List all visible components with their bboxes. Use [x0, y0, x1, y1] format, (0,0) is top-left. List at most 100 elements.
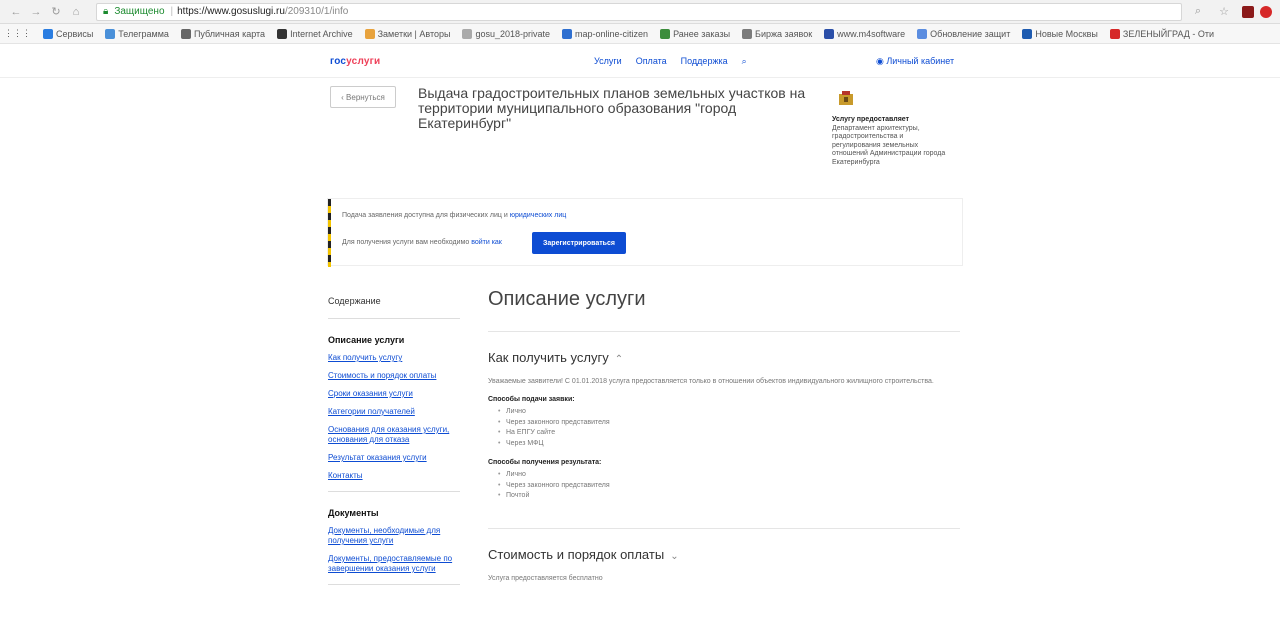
divider — [328, 584, 460, 585]
submit-methods-list: ЛичноЧерез законного представителяНа ЕПГ… — [488, 407, 960, 449]
notice-line-1: Подача заявления доступна для физических… — [342, 212, 566, 219]
logo-part-b: услуги — [346, 56, 381, 67]
nav-payment[interactable]: Оплата — [636, 56, 667, 67]
page-title: Описание услуги — [488, 288, 960, 332]
nav-services[interactable]: Услуги — [594, 56, 622, 67]
bookmark-item[interactable]: ЗЕЛЕНЫЙГРАД - Оти — [1109, 28, 1214, 39]
left-nav-link[interactable]: Сроки оказания услуги — [328, 389, 460, 399]
bookmark-favicon-icon — [660, 28, 671, 39]
extension-icon[interactable] — [1242, 5, 1254, 18]
back-icon[interactable]: ← — [8, 4, 24, 20]
how-to-get-text: Уважаемые заявители! С 01.01.2018 услуга… — [488, 378, 934, 385]
how-to-get-toggle[interactable]: Как получить услугу ⌃ — [488, 350, 960, 365]
bookmark-item[interactable]: Обновление защит — [917, 28, 1011, 39]
notice-line-2-text: Для получения услуги вам необходимо — [342, 239, 470, 246]
cost-title: Стоимость и порядок оплаты — [488, 546, 665, 562]
bookmark-item[interactable]: Телеграмма — [105, 28, 169, 39]
main-content: Описание услуги Как получить услугу ⌃ Ува… — [488, 288, 960, 583]
bookmark-favicon-icon — [562, 28, 573, 39]
top-nav: Услуги Оплата Поддержка ⌕ — [594, 56, 747, 67]
bookmark-label: Биржа заявок — [755, 28, 813, 39]
left-nav-link[interactable]: Результат оказания услуги — [328, 453, 460, 463]
nav-support[interactable]: Поддержка — [681, 56, 728, 67]
bookmark-favicon-icon — [43, 28, 53, 39]
apps-icon[interactable]: ⋮⋮⋮ — [4, 28, 31, 39]
bookmark-favicon-icon — [277, 28, 288, 39]
bookmark-label: www.m4software — [837, 28, 906, 39]
bookmark-item[interactable]: Публичная карта — [180, 28, 266, 39]
left-nav-link[interactable]: Стоимость и порядок оплаты — [328, 371, 460, 381]
service-provider: Услугу предоставляет Департамент архитек… — [832, 116, 952, 167]
list-item: На ЕПГУ сайте — [498, 428, 960, 439]
bookmark-favicon-icon — [917, 28, 928, 39]
provider-name: Департамент архитектуры, градостроительс… — [832, 124, 946, 166]
reload-icon[interactable]: ↻ — [48, 4, 64, 20]
secure-label: Защищено — [114, 6, 165, 17]
star-icon[interactable]: ☆ — [1216, 4, 1232, 20]
left-nav-link[interactable]: Документы, необходимые для получения усл… — [328, 526, 460, 546]
notice-line-2: Для получения услуги вам необходимо войт… — [342, 239, 502, 246]
list-item: Лично — [498, 470, 960, 481]
bookmark-item[interactable]: www.m4software — [824, 28, 906, 39]
bookmark-item[interactable]: Новые Москвы — [1022, 28, 1098, 39]
bookmark-item[interactable]: Биржа заявок — [742, 28, 813, 39]
bookmark-favicon-icon — [105, 28, 116, 39]
cost-toggle[interactable]: Стоимость и порядок оплаты ⌄ — [488, 547, 960, 562]
bookmark-item[interactable]: gosu_2018-private — [462, 28, 551, 39]
chevron-up-icon: ⌃ — [614, 354, 624, 365]
cost-text: Услуга предоставляется бесплатно — [488, 574, 603, 582]
gosuslugi-logo[interactable]: госуслуги — [330, 56, 380, 67]
bookmark-label: Телеграмма — [118, 28, 169, 39]
list-item: Лично — [498, 407, 960, 418]
legal-entities-link[interactable]: юридических лиц — [510, 212, 567, 219]
left-nav: Содержание Описание услуги Как получить … — [328, 296, 460, 585]
bookmark-favicon-icon — [742, 28, 753, 39]
bookmark-label: Публичная карта — [193, 28, 266, 39]
home-icon[interactable]: ⌂ — [68, 4, 84, 20]
site-header: госуслуги Услуги Оплата Поддержка ⌕ ◉ Ли… — [0, 44, 1280, 78]
left-nav-link[interactable]: Основания для оказания услуги, основания… — [328, 425, 460, 445]
login-link[interactable]: войти как — [471, 239, 502, 246]
url-separator: | — [170, 6, 174, 17]
bookmark-item[interactable]: map-online-citizen — [562, 28, 649, 39]
lock-icon: 🔒︎ — [103, 6, 109, 17]
left-nav-link[interactable]: Как получить услугу — [328, 353, 460, 363]
provider-label: Услугу предоставляет — [832, 116, 910, 123]
back-button[interactable]: ‹ Вернуться — [330, 86, 396, 108]
bookmark-label: Ранее заказы — [673, 28, 731, 39]
how-to-get-title: Как получить услугу — [488, 350, 609, 365]
bookmark-label: ЗЕЛЕНЫЙГРАД - Оти — [1122, 28, 1214, 39]
bookmark-label: Обновление защит — [930, 28, 1011, 39]
bookmark-item[interactable]: Internet Archive — [277, 28, 353, 39]
divider — [328, 491, 460, 492]
submit-methods-title: Способы подачи заявки: — [488, 396, 575, 403]
left-nav-link[interactable]: Категории получателей — [328, 407, 460, 417]
bookmark-label: Internet Archive — [290, 28, 353, 39]
zoom-icon[interactable]: ⌕ — [1190, 4, 1206, 20]
signup-button[interactable]: Зарегистрироваться — [532, 232, 626, 254]
cabinet-link[interactable]: ◉ Личный кабинет — [876, 56, 954, 67]
logo-part-a: гос — [330, 56, 347, 67]
bookmark-item[interactable]: Сервисы — [43, 28, 93, 39]
bookmark-favicon-icon — [180, 28, 191, 39]
opera-icon[interactable] — [1260, 5, 1272, 18]
bookmark-label: map-online-citizen — [575, 28, 649, 39]
bookmark-label: gosu_2018-private — [475, 28, 551, 39]
section-documents-title: Документы — [328, 508, 379, 518]
cabinet-label: Личный кабинет — [886, 56, 955, 66]
bookmark-label: Новые Москвы — [1035, 28, 1098, 39]
address-bar[interactable]: 🔒︎ Защищено | https://www.gosuslugi.ru /… — [96, 2, 1182, 21]
bookmark-favicon-icon — [1022, 28, 1033, 39]
bookmark-item[interactable]: Ранее заказы — [660, 28, 731, 39]
bookmark-label: Заметки | Авторы — [377, 28, 451, 39]
left-nav-link[interactable]: Документы, предоставляемые по завершении… — [328, 554, 460, 574]
service-title: Выдача градостроительных планов земельны… — [418, 85, 806, 131]
bookmark-item[interactable]: Заметки | Авторы — [364, 28, 451, 39]
url-path: /209310/1/info — [284, 6, 349, 17]
url-host: https://www.gosuslugi.ru — [177, 6, 285, 17]
left-nav-link[interactable]: Контакты — [328, 471, 460, 481]
contents-title: Содержание — [328, 296, 460, 319]
forward-icon[interactable]: → — [28, 4, 44, 20]
list-item: Почтой — [498, 491, 960, 502]
search-icon[interactable]: ⌕ — [742, 56, 747, 67]
